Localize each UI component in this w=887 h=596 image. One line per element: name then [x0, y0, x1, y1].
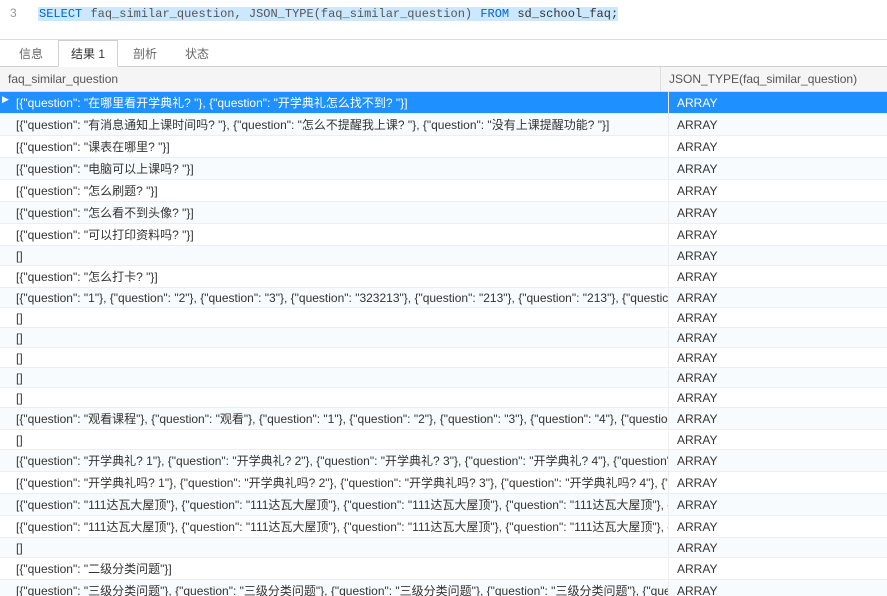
table-row[interactable]: []ARRAY: [0, 348, 887, 368]
result-tabs: 信息结果 1剖析状态: [0, 40, 887, 67]
table-row[interactable]: [{"question": "可以打印资料吗? "}]ARRAY: [0, 224, 887, 246]
cell-faq-similar-question[interactable]: [{"question": "开学典礼吗? 1"}, {"question": …: [0, 472, 669, 493]
cell-json-type[interactable]: ARRAY: [669, 289, 887, 307]
cell-json-type[interactable]: ARRAY: [669, 182, 887, 200]
cell-faq-similar-question[interactable]: [{"question": "在哪里看开学典礼? "}, {"question"…: [0, 92, 669, 113]
cell-json-type[interactable]: ARRAY: [669, 518, 887, 536]
cell-json-type[interactable]: ARRAY: [669, 309, 887, 327]
column-header-json-type[interactable]: JSON_TYPE(faq_similar_question): [661, 67, 887, 91]
line-number: 3: [10, 6, 17, 20]
cell-json-type[interactable]: ARRAY: [669, 496, 887, 514]
cell-faq-similar-question[interactable]: []: [0, 539, 669, 557]
table-row[interactable]: [{"question": "二级分类问题"}]ARRAY: [0, 558, 887, 580]
cell-faq-similar-question[interactable]: [{"question": "怎么看不到头像? "}]: [0, 202, 669, 223]
cell-faq-similar-question[interactable]: [{"question": "1"}, {"question": "2"}, {…: [0, 289, 669, 307]
cell-json-type[interactable]: ARRAY: [669, 247, 887, 265]
table-row[interactable]: []ARRAY: [0, 246, 887, 266]
tab-结果 1[interactable]: 结果 1: [58, 40, 118, 67]
sql-keyword-select: SELECT: [38, 7, 83, 21]
cell-faq-similar-question[interactable]: [{"question": "有消息通知上课时间吗? "}, {"questio…: [0, 114, 669, 135]
table-row[interactable]: [{"question": "怎么打卡? "}]ARRAY: [0, 266, 887, 288]
table-row[interactable]: [{"question": "电脑可以上课吗? "}]ARRAY: [0, 158, 887, 180]
cell-faq-similar-question[interactable]: [{"question": "观看课程"}, {"question": "观看"…: [0, 408, 669, 429]
sql-columns: faq_similar_question, JSON_TYPE(faq_simi…: [83, 7, 479, 21]
cell-faq-similar-question[interactable]: []: [0, 247, 669, 265]
cell-faq-similar-question[interactable]: []: [0, 369, 669, 387]
table-row[interactable]: [{"question": "开学典礼吗? 1"}, {"question": …: [0, 472, 887, 494]
table-row[interactable]: []ARRAY: [0, 308, 887, 328]
cell-json-type[interactable]: ARRAY: [669, 474, 887, 492]
table-row[interactable]: []ARRAY: [0, 430, 887, 450]
table-row[interactable]: []ARRAY: [0, 388, 887, 408]
cell-json-type[interactable]: ARRAY: [669, 138, 887, 156]
table-row[interactable]: [{"question": "111达瓦大屋顶"}, {"question": …: [0, 494, 887, 516]
cell-json-type[interactable]: ARRAY: [669, 204, 887, 222]
table-row[interactable]: [{"question": "1"}, {"question": "2"}, {…: [0, 288, 887, 308]
tab-信息[interactable]: 信息: [6, 40, 56, 66]
table-row[interactable]: [{"question": "在哪里看开学典礼? "}, {"question"…: [0, 92, 887, 114]
cell-json-type[interactable]: ARRAY: [669, 268, 887, 286]
sql-keyword-from: FROM: [479, 7, 510, 21]
cell-faq-similar-question[interactable]: [{"question": "三级分类问题"}, {"question": "三…: [0, 580, 669, 596]
cell-faq-similar-question[interactable]: [{"question": "怎么刷题? "}]: [0, 180, 669, 201]
cell-faq-similar-question[interactable]: [{"question": "开学典礼? 1"}, {"question": "…: [0, 450, 669, 471]
tab-剖析[interactable]: 剖析: [120, 40, 170, 66]
cell-json-type[interactable]: ARRAY: [669, 94, 887, 112]
sql-editor[interactable]: 3 SELECT faq_similar_question, JSON_TYPE…: [0, 0, 887, 40]
table-row[interactable]: [{"question": "开学典礼? 1"}, {"question": "…: [0, 450, 887, 472]
cell-faq-similar-question[interactable]: []: [0, 431, 669, 449]
cell-json-type[interactable]: ARRAY: [669, 329, 887, 347]
table-row[interactable]: [{"question": "怎么看不到头像? "}]ARRAY: [0, 202, 887, 224]
cell-json-type[interactable]: ARRAY: [669, 431, 887, 449]
cell-faq-similar-question[interactable]: []: [0, 309, 669, 327]
cell-json-type[interactable]: ARRAY: [669, 369, 887, 387]
cell-json-type[interactable]: ARRAY: [669, 539, 887, 557]
cell-faq-similar-question[interactable]: [{"question": "111达瓦大屋顶"}, {"question": …: [0, 516, 669, 537]
cell-faq-similar-question[interactable]: [{"question": "二级分类问题"}]: [0, 558, 669, 579]
cell-json-type[interactable]: ARRAY: [669, 349, 887, 367]
cell-json-type[interactable]: ARRAY: [669, 582, 887, 596]
table-row[interactable]: [{"question": "有消息通知上课时间吗? "}, {"questio…: [0, 114, 887, 136]
cell-json-type[interactable]: ARRAY: [669, 452, 887, 470]
table-row[interactable]: [{"question": "怎么刷题? "}]ARRAY: [0, 180, 887, 202]
cell-faq-similar-question[interactable]: [{"question": "111达瓦大屋顶"}, {"question": …: [0, 494, 669, 515]
table-row[interactable]: [{"question": "观看课程"}, {"question": "观看"…: [0, 408, 887, 430]
table-row[interactable]: [{"question": "课表在哪里? "}]ARRAY: [0, 136, 887, 158]
table-row[interactable]: []ARRAY: [0, 368, 887, 388]
cell-faq-similar-question[interactable]: [{"question": "课表在哪里? "}]: [0, 136, 669, 157]
table-row[interactable]: [{"question": "三级分类问题"}, {"question": "三…: [0, 580, 887, 596]
cell-json-type[interactable]: ARRAY: [669, 226, 887, 244]
cell-faq-similar-question[interactable]: []: [0, 329, 669, 347]
cell-faq-similar-question[interactable]: [{"question": "电脑可以上课吗? "}]: [0, 158, 669, 179]
tab-状态[interactable]: 状态: [172, 40, 222, 66]
result-grid: faq_similar_question JSON_TYPE(faq_simil…: [0, 67, 887, 596]
column-header-faq-similar-question[interactable]: faq_similar_question: [0, 67, 661, 91]
cell-json-type[interactable]: ARRAY: [669, 160, 887, 178]
cell-faq-similar-question[interactable]: []: [0, 349, 669, 367]
cell-faq-similar-question[interactable]: []: [0, 389, 669, 407]
sql-table: sd_school_faq;: [510, 7, 618, 21]
cell-json-type[interactable]: ARRAY: [669, 116, 887, 134]
grid-header: faq_similar_question JSON_TYPE(faq_simil…: [0, 67, 887, 92]
cell-json-type[interactable]: ARRAY: [669, 389, 887, 407]
cell-faq-similar-question[interactable]: [{"question": "可以打印资料吗? "}]: [0, 224, 669, 245]
table-row[interactable]: []ARRAY: [0, 538, 887, 558]
table-row[interactable]: []ARRAY: [0, 328, 887, 348]
grid-rows: [{"question": "在哪里看开学典礼? "}, {"question"…: [0, 92, 887, 596]
table-row[interactable]: [{"question": "111达瓦大屋顶"}, {"question": …: [0, 516, 887, 538]
cell-faq-similar-question[interactable]: [{"question": "怎么打卡? "}]: [0, 266, 669, 287]
cell-json-type[interactable]: ARRAY: [669, 410, 887, 428]
cell-json-type[interactable]: ARRAY: [669, 560, 887, 578]
